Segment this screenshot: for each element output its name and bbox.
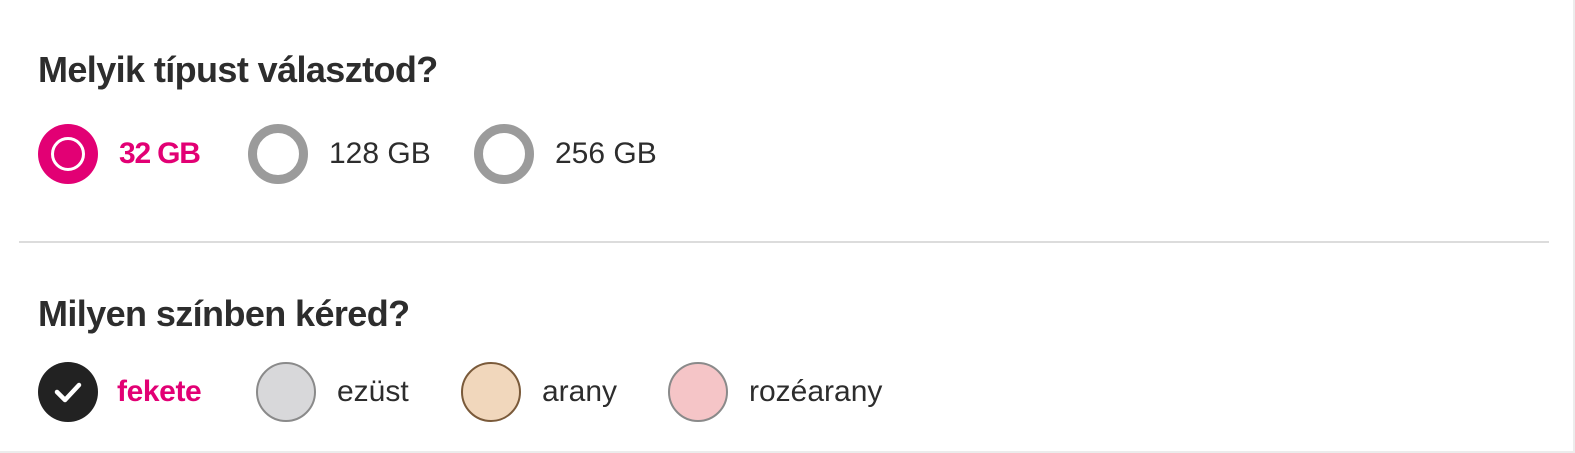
radio-dot-icon — [51, 137, 85, 171]
storage-option-label: 256 GB — [555, 137, 657, 170]
color-section-title: Milyen színben kéred? — [38, 293, 410, 334]
color-option-arany[interactable]: arany — [461, 362, 617, 422]
checkmark-icon — [53, 380, 83, 404]
color-swatch-silver[interactable] — [256, 362, 316, 422]
storage-option-32gb[interactable]: 32 GB — [38, 124, 201, 184]
color-option-label: fekete — [117, 375, 202, 408]
color-option-fekete[interactable]: fekete — [38, 362, 202, 422]
section-divider — [19, 241, 1549, 243]
color-swatch-gold[interactable] — [461, 362, 521, 422]
storage-option-label: 128 GB — [329, 137, 431, 170]
storage-option-label: 32 GB — [119, 137, 201, 170]
radio-unselected-icon[interactable] — [474, 124, 534, 184]
product-options-panel: Melyik típust választod? 32 GB 128 GB 25… — [0, 0, 1575, 453]
radio-unselected-icon[interactable] — [248, 124, 308, 184]
color-swatch-rose-gold[interactable] — [668, 362, 728, 422]
storage-option-128gb[interactable]: 128 GB — [248, 124, 431, 184]
storage-section-title: Melyik típust választod? — [38, 49, 438, 90]
storage-option-256gb[interactable]: 256 GB — [474, 124, 657, 184]
color-option-ezust[interactable]: ezüst — [256, 362, 409, 422]
color-option-label: rozéarany — [749, 375, 883, 408]
color-swatch-black[interactable] — [38, 362, 98, 422]
color-option-label: arany — [542, 375, 618, 408]
radio-selected-icon[interactable] — [38, 124, 98, 184]
color-option-label: ezüst — [337, 375, 409, 408]
color-option-rozearany[interactable]: rozéarany — [668, 362, 882, 422]
